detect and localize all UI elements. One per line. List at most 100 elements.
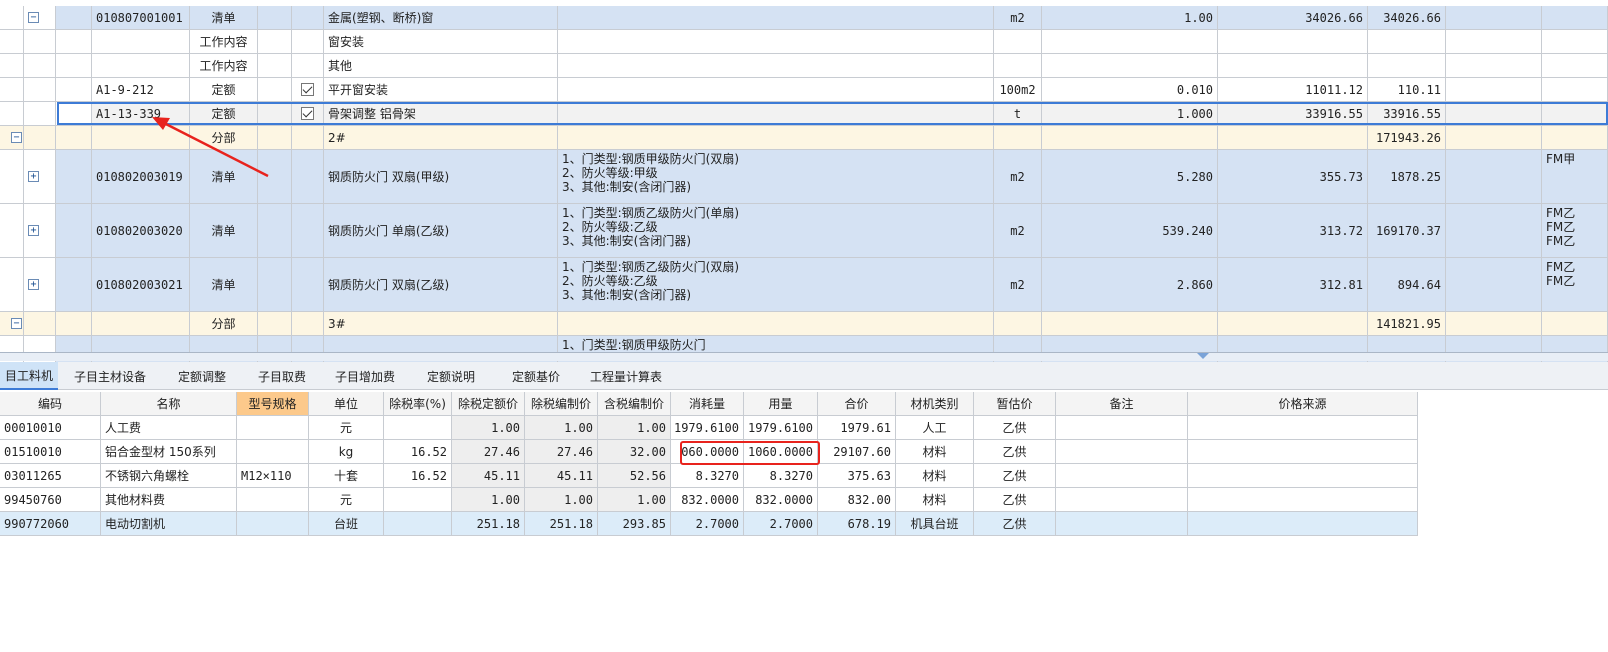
material-cell[interactable] [1188, 512, 1418, 535]
material-cell[interactable]: 乙供 [974, 512, 1056, 535]
column-header[interactable]: 用量 [744, 392, 818, 415]
material-cell[interactable]: 32.00 [598, 440, 671, 463]
material-cell[interactable]: 材料 [896, 440, 974, 463]
material-cell[interactable]: 27.46 [525, 440, 598, 463]
grid-row[interactable]: 工作内容 窗安装 [0, 30, 1608, 54]
material-cell[interactable] [1188, 440, 1418, 463]
grid-row[interactable]: − 分部 3# 141821.95 [0, 312, 1608, 336]
material-cell[interactable]: 人工 [896, 416, 974, 439]
material-cell[interactable]: 元 [309, 416, 384, 439]
material-cell[interactable]: 乙供 [974, 464, 1056, 487]
material-cell[interactable]: 铝合金型材 150系列 [101, 440, 237, 463]
column-header[interactable]: 除税定额价 [452, 392, 525, 415]
material-cell[interactable] [1056, 416, 1188, 439]
column-header[interactable]: 单位 [309, 392, 384, 415]
material-cell[interactable]: 元 [309, 488, 384, 511]
material-cell[interactable]: 2.7000 [744, 512, 818, 535]
material-cell[interactable]: 不锈钢六角螺栓 [101, 464, 237, 487]
material-row[interactable]: 99450760 其他材料费元 1.00 1.00 1.00 832.0000 832.00… [0, 488, 1418, 512]
grid-row[interactable]: ++7010802003021清单钢质防火门 双扇(乙级)1、门类型:钢质乙级防… [0, 258, 1608, 312]
tab-6[interactable]: 定额基价 [494, 362, 578, 390]
grid-row[interactable]: − 分部 2# 171943.26 [0, 126, 1608, 150]
material-cell[interactable]: 99450760 [0, 488, 101, 511]
grid-row[interactable]: ++5010802003019清单钢质防火门 双扇(甲级)1、门类型:钢质甲级防… [0, 150, 1608, 204]
tab-7[interactable]: 工程量计算表 [578, 362, 674, 390]
material-cell[interactable]: 45.11 [525, 464, 598, 487]
material-cell[interactable]: 16.52 [384, 440, 452, 463]
grid-row[interactable]: A1-9-212 定额 平开窗安装 100m2 0.010 11011.12 110.11 [0, 78, 1608, 102]
tab-5[interactable]: 定额说明 [408, 362, 494, 390]
material-cell[interactable]: 乙供 [974, 440, 1056, 463]
material-cell[interactable] [384, 416, 452, 439]
material-cell[interactable]: 03011265 [0, 464, 101, 487]
grid-row[interactable]: ++6010802003020清单钢质防火门 单扇(乙级)1、门类型:钢质乙级防… [0, 204, 1608, 258]
material-cell[interactable] [1056, 440, 1188, 463]
column-header[interactable]: 含税编制价 [598, 392, 671, 415]
material-cell[interactable]: 27.46 [452, 440, 525, 463]
column-header[interactable]: 编码 [0, 392, 101, 415]
material-cell[interactable]: 251.18 [452, 512, 525, 535]
material-cell[interactable] [1188, 416, 1418, 439]
tab-2[interactable]: 定额调整 [162, 362, 242, 390]
material-cell[interactable]: 其他材料费 [101, 488, 237, 511]
expand-icon[interactable]: + [28, 279, 39, 290]
material-row[interactable]: 990772060 电动切割机 台班 251.18 251.18 293.85 2.7000… [0, 512, 1418, 536]
material-cell[interactable] [1188, 464, 1418, 487]
material-cell[interactable]: 251.18 [525, 512, 598, 535]
material-cell[interactable]: 8.3270 [744, 464, 818, 487]
material-cell[interactable] [1056, 488, 1188, 511]
tab-0[interactable]: 目工料机 [0, 362, 58, 390]
material-cell[interactable]: 十套 [309, 464, 384, 487]
material-cell[interactable]: 2.7000 [671, 512, 744, 535]
material-cell[interactable] [237, 416, 309, 439]
material-cell[interactable]: 1060.0000 [744, 440, 818, 463]
collapse-icon[interactable]: − [11, 132, 22, 143]
material-cell[interactable]: kg [309, 440, 384, 463]
material-cell[interactable]: 832.0000 [744, 488, 818, 511]
collapse-icon[interactable]: − [11, 318, 22, 329]
material-cell[interactable]: 29107.60 [818, 440, 896, 463]
material-cell[interactable]: 45.11 [452, 464, 525, 487]
material-cell[interactable]: 00010010 [0, 416, 101, 439]
material-cell[interactable] [1056, 464, 1188, 487]
grid-row[interactable]: −−4010807001001清单金属(塑钢、断桥)窗m21.0034026.6… [0, 6, 1608, 30]
material-cell[interactable]: 293.85 [598, 512, 671, 535]
material-cell[interactable] [384, 488, 452, 511]
tab-3[interactable]: 子目取费 [242, 362, 322, 390]
material-cell[interactable]: 1979.6100 [744, 416, 818, 439]
tab-4[interactable]: 子目增加费 [322, 362, 408, 390]
material-cell[interactable]: 乙供 [974, 488, 1056, 511]
material-row[interactable]: 01510010 铝合金型材 150系列 kg 16.52 27.46 27.46 32.0… [0, 440, 1418, 464]
row-checkbox[interactable] [301, 83, 314, 96]
column-header[interactable]: 名称 [101, 392, 237, 415]
grid-row[interactable]: A1-13-339 定额 骨架调整 铝骨架 t 1.000 33916.55 33916.5… [0, 102, 1608, 126]
material-cell[interactable]: 1.00 [452, 488, 525, 511]
material-cell[interactable] [384, 512, 452, 535]
material-cell[interactable]: 1.00 [598, 416, 671, 439]
material-cell[interactable]: 832.0000 [671, 488, 744, 511]
material-cell[interactable]: 材料 [896, 488, 974, 511]
grid-row[interactable]: 工作内容 其他 [0, 54, 1608, 78]
material-cell[interactable]: 1979.6100 [671, 416, 744, 439]
material-cell[interactable]: 台班 [309, 512, 384, 535]
material-cell[interactable]: 机具台班 [896, 512, 974, 535]
material-cell[interactable]: 1.00 [525, 416, 598, 439]
material-cell[interactable]: 375.63 [818, 464, 896, 487]
expand-icon[interactable]: + [28, 225, 39, 236]
column-header[interactable]: 暂估价 [974, 392, 1056, 415]
material-cell[interactable]: 材料 [896, 464, 974, 487]
material-cell[interactable] [237, 512, 309, 535]
column-header[interactable]: 材机类别 [896, 392, 974, 415]
column-header[interactable]: 消耗量 [671, 392, 744, 415]
material-cell[interactable]: 电动切割机 [101, 512, 237, 535]
material-cell[interactable]: 01510010 [0, 440, 101, 463]
column-header[interactable]: 备注 [1056, 392, 1188, 415]
material-cell[interactable]: 1.00 [525, 488, 598, 511]
column-header[interactable]: 价格来源 [1188, 392, 1418, 415]
column-header[interactable]: 合价 [818, 392, 896, 415]
column-header[interactable]: 除税率(%) [384, 392, 452, 415]
material-cell[interactable]: 乙供 [974, 416, 1056, 439]
material-cell[interactable] [237, 488, 309, 511]
material-row[interactable]: 03011265 不锈钢六角螺栓 M12×110 十套 16.52 45.11 45.11 5… [0, 464, 1418, 488]
column-header[interactable]: 除税编制价 [525, 392, 598, 415]
